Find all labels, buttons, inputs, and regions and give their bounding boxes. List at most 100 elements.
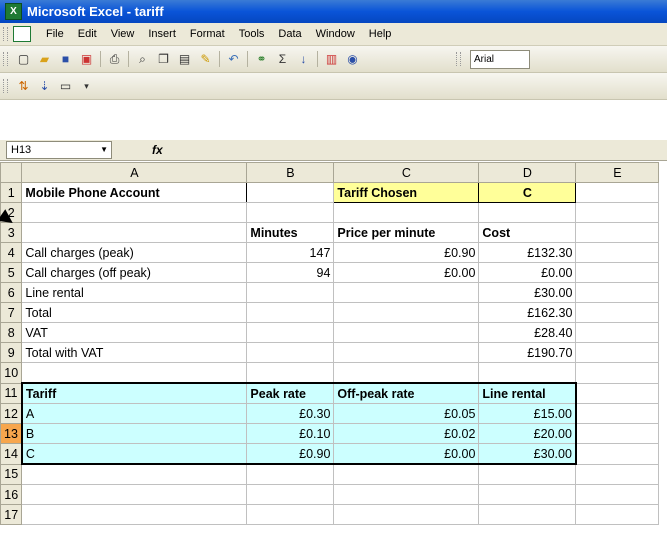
cell-a1[interactable]: Mobile Phone Account [21, 182, 248, 203]
undo-icon[interactable]: ↶ [225, 51, 242, 68]
row-header[interactable]: 15 [0, 463, 23, 485]
cell[interactable]: Peak rate [246, 382, 335, 404]
cell[interactable]: £0.05 [333, 403, 480, 424]
cell[interactable] [333, 504, 480, 525]
cell-c1[interactable]: Tariff Chosen [333, 182, 480, 203]
cell[interactable] [575, 282, 660, 303]
cell[interactable] [246, 302, 335, 323]
cell[interactable]: Tariff [20, 382, 248, 404]
chevron-down-icon[interactable]: ▼ [100, 142, 108, 158]
cell[interactable] [478, 504, 577, 525]
cell[interactable] [246, 322, 335, 343]
insert-function-icon[interactable]: fx [152, 143, 163, 157]
cell[interactable]: Price per minute [333, 222, 480, 243]
cell[interactable]: Off-peak rate [333, 382, 480, 404]
column-header-e[interactable]: E [575, 162, 660, 183]
cell[interactable] [575, 443, 660, 465]
cell[interactable] [333, 302, 480, 323]
cell[interactable]: £30.00 [478, 443, 577, 465]
cell[interactable]: £15.00 [478, 403, 577, 424]
name-box[interactable]: H13 ▼ [6, 141, 112, 159]
cell[interactable] [333, 362, 480, 384]
help-icon[interactable]: ◉ [344, 51, 361, 68]
menu-help[interactable]: Help [362, 28, 399, 40]
cell[interactable] [21, 222, 248, 243]
row-header[interactable]: 6 [0, 282, 23, 303]
menu-insert[interactable]: Insert [141, 28, 183, 40]
toolbar-grip[interactable] [3, 79, 8, 93]
column-header-d[interactable]: D [478, 162, 577, 183]
column-header-a[interactable]: A [21, 162, 248, 183]
toolbar-grip[interactable] [3, 52, 8, 66]
select-all-corner[interactable] [0, 162, 23, 183]
cell[interactable] [575, 262, 660, 283]
cell[interactable] [575, 423, 660, 444]
cell[interactable]: Total with VAT [21, 342, 248, 363]
row-header[interactable]: 11 [0, 382, 23, 404]
cell[interactable] [246, 504, 335, 525]
cell[interactable] [575, 403, 660, 424]
cell[interactable]: £0.30 [246, 403, 335, 424]
cell[interactable]: B [20, 423, 248, 444]
cell[interactable] [246, 202, 335, 223]
cell[interactable]: £0.02 [333, 423, 480, 444]
row-header[interactable]: 4 [0, 242, 23, 263]
row-header[interactable]: 14 [0, 443, 23, 465]
print-icon[interactable]: ⎙ [106, 51, 123, 68]
workbook-icon[interactable] [13, 26, 31, 42]
cell[interactable] [478, 202, 577, 223]
cell[interactable]: 94 [246, 262, 335, 283]
cell[interactable]: £28.40 [478, 322, 577, 343]
cell[interactable] [575, 322, 660, 343]
cell[interactable]: 147 [246, 242, 335, 263]
row-header[interactable]: 5 [0, 262, 23, 283]
cell[interactable]: Minutes [246, 222, 335, 243]
toolbar-grip[interactable] [3, 27, 8, 41]
cell[interactable]: C [20, 443, 248, 465]
chart-wizard-icon[interactable]: ▥ [323, 51, 340, 68]
row-header[interactable]: 8 [0, 322, 23, 343]
cell[interactable] [575, 202, 660, 223]
cell[interactable]: £0.90 [333, 242, 480, 263]
cell[interactable] [333, 463, 480, 485]
cell[interactable]: £0.90 [246, 443, 335, 465]
toolbar-options-icon[interactable]: ▾ [78, 78, 95, 95]
cell[interactable]: £190.70 [478, 342, 577, 363]
row-header[interactable]: 10 [0, 362, 23, 384]
menu-edit[interactable]: Edit [71, 28, 104, 40]
sort-descending-icon[interactable]: ⇣ [36, 78, 53, 95]
cell[interactable]: £0.10 [246, 423, 335, 444]
menu-tools[interactable]: Tools [232, 28, 272, 40]
cell[interactable] [575, 504, 660, 525]
menu-view[interactable]: View [104, 28, 142, 40]
row-header-active[interactable]: 13 [0, 423, 23, 444]
toolbar-grip[interactable] [456, 52, 461, 66]
column-header-b[interactable]: B [246, 162, 335, 183]
row-header[interactable]: 1 [0, 182, 23, 203]
cell[interactable]: £0.00 [333, 262, 480, 283]
cell[interactable]: £132.30 [478, 242, 577, 263]
row-header[interactable]: 16 [0, 484, 23, 505]
row-header[interactable]: 17 [0, 504, 23, 525]
column-header-c[interactable]: C [333, 162, 480, 183]
font-name-box[interactable]: Arial [470, 49, 530, 69]
cell[interactable] [575, 342, 660, 363]
cell[interactable] [246, 342, 335, 363]
cell[interactable] [333, 202, 480, 223]
cell[interactable] [478, 484, 577, 505]
cell[interactable] [21, 202, 248, 223]
cell[interactable]: Line rental [21, 282, 248, 303]
permission-icon[interactable]: ▣ [78, 51, 95, 68]
row-header[interactable]: 7 [0, 302, 23, 323]
cell[interactable] [333, 282, 480, 303]
cell[interactable]: £20.00 [478, 423, 577, 444]
cell[interactable]: Total [21, 302, 248, 323]
cell[interactable]: £0.00 [478, 262, 577, 283]
cell[interactable] [246, 282, 335, 303]
cell[interactable] [246, 362, 335, 384]
cell[interactable] [575, 484, 660, 505]
cell[interactable]: VAT [21, 322, 248, 343]
cell[interactable] [21, 484, 248, 505]
research-icon[interactable]: ⌕ [134, 51, 151, 68]
cell[interactable] [575, 362, 660, 384]
